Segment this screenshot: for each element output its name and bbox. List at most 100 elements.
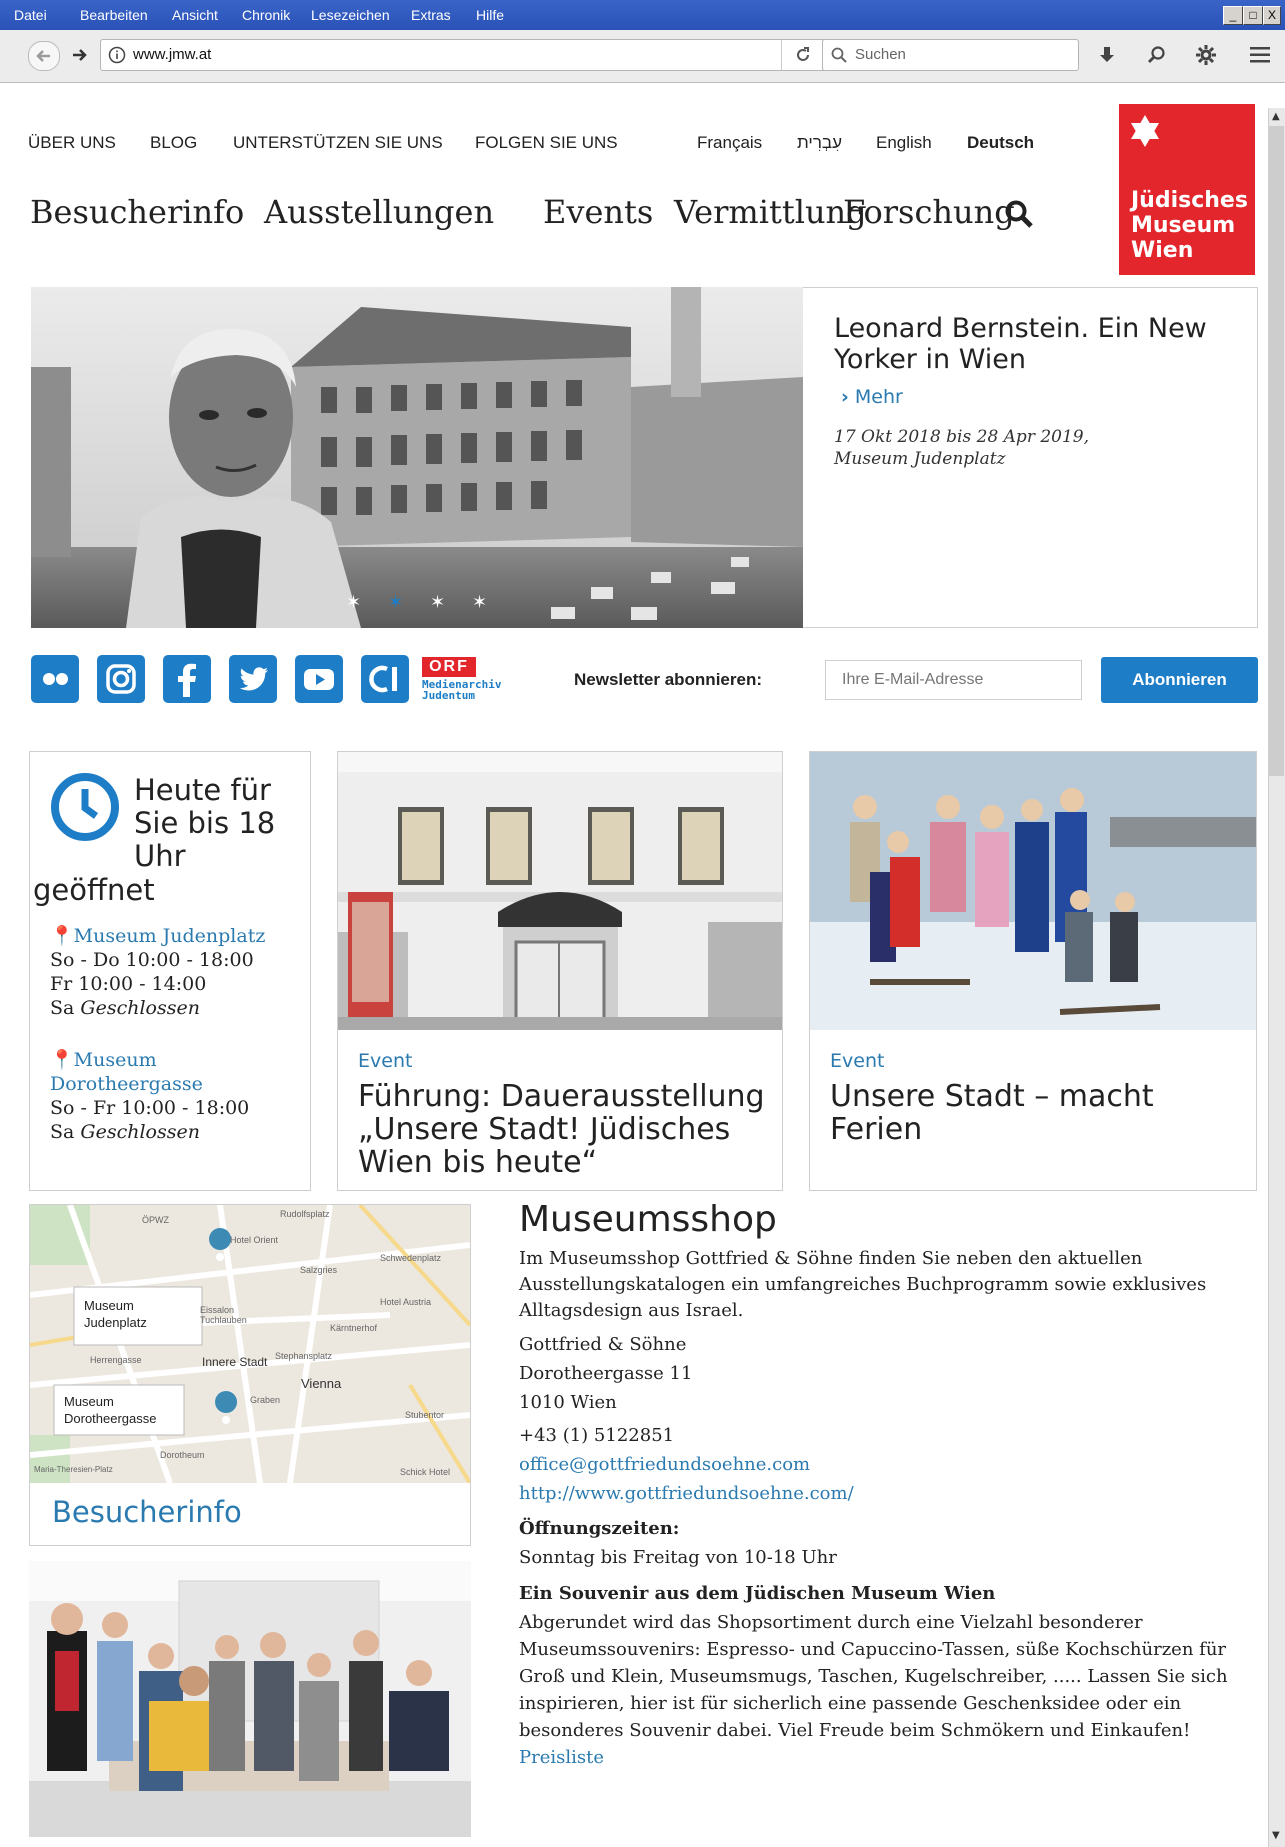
- map-label-herrengasse: Herrengasse: [90, 1355, 142, 1365]
- browser-toolbar: www.jmw.at Suchen: [0, 30, 1285, 83]
- forward-button[interactable]: [66, 42, 92, 68]
- newsletter-email-input[interactable]: [825, 660, 1082, 700]
- nav-folgen[interactable]: FOLGEN SIE UNS: [475, 133, 618, 153]
- event-card-fuehrung[interactable]: Event Führung: Dauerausstellung „Unsere …: [337, 751, 783, 1191]
- dorotheergasse-name-1: Museum: [73, 1049, 157, 1071]
- subscribe-button[interactable]: Abonnieren: [1101, 657, 1258, 703]
- lang-hebrew[interactable]: עִבְרִית: [797, 133, 842, 153]
- search-icon: [831, 47, 847, 63]
- location-dorotheergasse-link[interactable]: 📍Museum Dorotheergasse: [50, 1048, 305, 1096]
- shop-address-3: 1010 Wien: [519, 1392, 617, 1413]
- minimize-button[interactable]: _: [1223, 6, 1243, 25]
- reload-icon[interactable]: [794, 46, 812, 64]
- menu-datei[interactable]: Datei: [14, 7, 47, 23]
- nav-blog[interactable]: BLOG: [150, 133, 197, 153]
- download-button[interactable]: [1093, 42, 1121, 68]
- lang-deutsch[interactable]: Deutsch: [967, 133, 1034, 153]
- flickr-button[interactable]: [31, 655, 79, 703]
- hamburger-icon: [1250, 47, 1270, 63]
- search-placeholder: Suchen: [855, 46, 906, 63]
- map-label-rudolfsplatz: Rudolfsplatz: [280, 1209, 330, 1219]
- scrollbar-thumb[interactable]: [1269, 126, 1284, 776]
- maximize-button[interactable]: □: [1243, 6, 1263, 25]
- logo-line-2: Museum: [1131, 213, 1236, 238]
- hours-heading-line-1: Heute für: [134, 773, 271, 807]
- shop-hours-title: Öffnungszeiten:: [519, 1518, 680, 1539]
- menu-chronik[interactable]: Chronik: [242, 7, 290, 23]
- dorotheergasse-name-2: Dorotheergasse: [50, 1073, 203, 1095]
- menu-hilfe[interactable]: Hilfe: [476, 7, 504, 23]
- back-button[interactable]: [28, 41, 60, 71]
- ci-icon: [369, 665, 397, 693]
- twitter-button[interactable]: [229, 655, 277, 703]
- location-judenplatz-link[interactable]: 📍Museum Judenplatz: [50, 924, 305, 948]
- event-card-ferien[interactable]: Event Unsere Stadt – macht Ferien: [809, 751, 1257, 1191]
- youtube-icon: [304, 669, 334, 690]
- scroll-up-icon[interactable]: ▲: [1272, 111, 1280, 122]
- lang-english[interactable]: English: [876, 133, 932, 153]
- event-title[interactable]: Führung: Dauerausstellung „Unsere Stadt!…: [358, 1080, 768, 1179]
- event-label: Event: [830, 1050, 885, 1072]
- logo-line-1: Jüdisches: [1131, 188, 1248, 213]
- map-label-schwedenplatz: Schwedenplatz: [380, 1253, 442, 1263]
- orf-caption: Medienarchiv Judentum: [422, 679, 501, 701]
- nav-ueber-uns[interactable]: ÜBER UNS: [28, 133, 116, 153]
- facebook-button[interactable]: [163, 655, 211, 703]
- settings-button[interactable]: [1192, 42, 1220, 68]
- slide-dot-4[interactable]: ✶: [472, 592, 487, 613]
- menu-extras[interactable]: Extras: [411, 7, 451, 23]
- pricelist-link[interactable]: Preisliste: [519, 1747, 604, 1768]
- museum-logo[interactable]: Jüdisches Museum Wien: [1119, 104, 1255, 275]
- map-label-graben: Graben: [250, 1395, 281, 1405]
- mainnav-ausstellungen[interactable]: Ausstellungen: [264, 193, 494, 231]
- find-button[interactable]: [1143, 42, 1171, 68]
- map-card[interactable]: Museum Judenplatz Museum Dorotheergasse …: [29, 1204, 471, 1546]
- mainnav-forschung[interactable]: Forschung: [843, 193, 1015, 231]
- slide-dot-1[interactable]: ✶: [346, 592, 361, 613]
- hero-dates: 17 Okt 2018 bis 28 Apr 2019, Museum Jude…: [834, 426, 1089, 470]
- map-caption-besucherinfo[interactable]: Besucherinfo: [52, 1495, 242, 1529]
- url-bar[interactable]: www.jmw.at: [100, 39, 827, 71]
- shop-web-link[interactable]: http://www.gottfriedundsoehne.com/: [519, 1479, 1244, 1508]
- mainnav-besucherinfo[interactable]: Besucherinfo: [30, 193, 244, 231]
- nav-unterstuetzen[interactable]: UNTERSTÜTZEN SIE UNS: [233, 133, 443, 153]
- slide-dot-2-active[interactable]: ✶: [388, 592, 403, 613]
- shop-hours-text: Sonntag bis Freitag von 10-18 Uhr: [519, 1547, 837, 1568]
- search-bar[interactable]: Suchen: [822, 39, 1079, 71]
- judenplatz-hours-1: So - Do 10:00 - 18:00: [50, 949, 254, 971]
- youtube-button[interactable]: [295, 655, 343, 703]
- shop-phone: +43 (1) 5122851: [519, 1425, 675, 1446]
- info-icon[interactable]: [108, 46, 126, 64]
- lang-francais[interactable]: Français: [697, 133, 762, 153]
- menu-bearbeiten[interactable]: Bearbeiten: [80, 7, 148, 23]
- ci-button[interactable]: [361, 655, 409, 703]
- mainnav-vermittlung[interactable]: Vermittlung: [674, 193, 867, 231]
- vertical-scrollbar[interactable]: ▲ ▼: [1268, 108, 1285, 1847]
- gear-icon: [1196, 45, 1216, 65]
- shop-title: Museumsshop: [519, 1199, 777, 1240]
- instagram-button[interactable]: [97, 655, 145, 703]
- shop-email-link[interactable]: office@gottfriedundsoehne.com: [519, 1450, 1244, 1479]
- magnifier-icon: [1148, 46, 1165, 63]
- mainnav-events[interactable]: Events: [543, 193, 653, 231]
- map-label-dorotheum: Dorotheum: [160, 1450, 205, 1460]
- flickr-icon: [43, 673, 68, 685]
- hero-more-link[interactable]: › Mehr: [841, 386, 903, 408]
- judenplatz-hours-2: Fr 10:00 - 14:00: [50, 973, 207, 995]
- hero-title[interactable]: Leonard Bernstein. Ein New Yorker in Wie…: [834, 313, 1234, 375]
- slide-dot-3[interactable]: ✶: [430, 592, 445, 613]
- orf-medienarchiv-logo[interactable]: ORF Medienarchiv Judentum: [422, 655, 512, 703]
- menu-ansicht[interactable]: Ansicht: [172, 7, 218, 23]
- close-window-button[interactable]: X: [1263, 6, 1281, 25]
- map-label-dorotheergasse: Museum Dorotheergasse: [64, 1394, 157, 1426]
- city-map[interactable]: [30, 1205, 470, 1483]
- newsletter-label: Newsletter abonnieren:: [574, 670, 762, 689]
- hamburger-menu-button[interactable]: [1246, 42, 1274, 68]
- url-text[interactable]: www.jmw.at: [133, 46, 211, 63]
- event-title[interactable]: Unsere Stadt – macht Ferien: [830, 1080, 1240, 1146]
- map-label-salzgries: Salzgries: [300, 1265, 338, 1275]
- scroll-down-icon[interactable]: ▼: [1272, 1830, 1280, 1841]
- hero-slider[interactable]: ✶ ✶ ✶ ✶: [31, 287, 803, 628]
- site-search-icon[interactable]: [1004, 199, 1034, 229]
- menu-lesezeichen[interactable]: Lesezeichen: [311, 7, 390, 23]
